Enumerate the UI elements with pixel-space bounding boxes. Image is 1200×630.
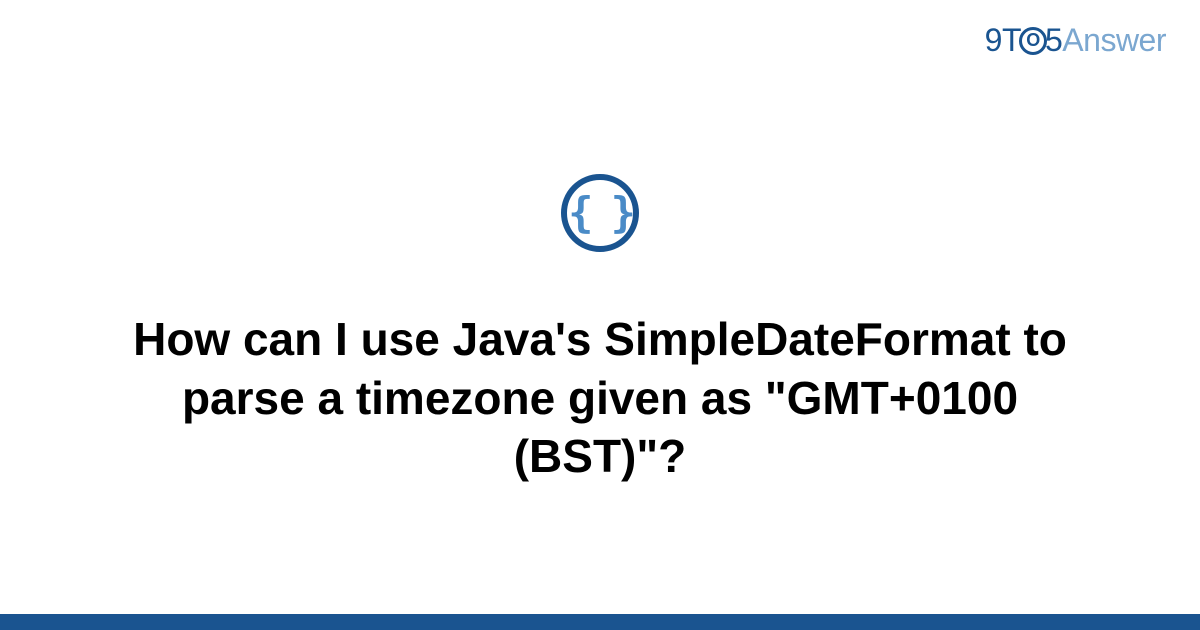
code-braces-icon: { } (568, 188, 632, 237)
topic-icon-circle: { } (561, 174, 639, 252)
logo-text-answer: Answer (1062, 22, 1166, 58)
site-logo: 9TO5Answer (985, 22, 1166, 59)
logo-text-5: 5 (1045, 22, 1062, 58)
question-title: How can I use Java's SimpleDateFormat to… (80, 310, 1120, 487)
bottom-accent-bar (0, 614, 1200, 630)
logo-text-9t: 9T (985, 22, 1021, 58)
logo-circle-o: O (1019, 27, 1047, 55)
main-content: { } How can I use Java's SimpleDateForma… (0, 0, 1200, 630)
